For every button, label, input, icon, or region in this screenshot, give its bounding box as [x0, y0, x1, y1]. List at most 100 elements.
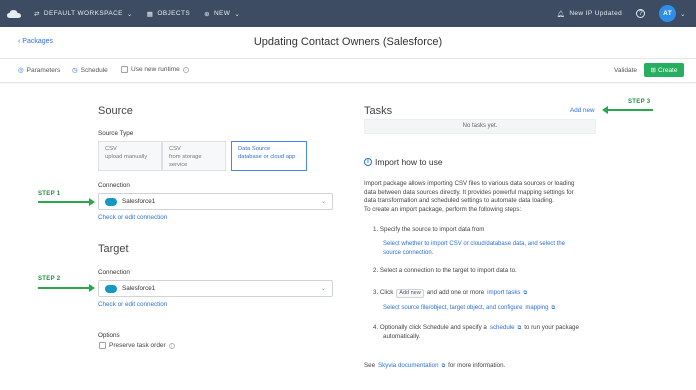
tasks-heading: Tasks [364, 105, 393, 117]
help-icon[interactable]: ? [636, 9, 646, 18]
target-check-connection-link[interactable]: Check or edit connection [98, 301, 167, 308]
see-pre: See [364, 362, 376, 369]
chevron-down-icon: ⌄ [234, 10, 241, 18]
help-step-2: 2. Select a connection to the target to … [373, 267, 517, 274]
cloud-logo-icon[interactable] [0, 0, 28, 27]
salesforce-icon [105, 197, 117, 206]
validate-button[interactable]: Validate [614, 67, 637, 74]
help-see-docs: See Skyvia documentation ⧉ for more info… [364, 362, 505, 371]
help-step-4-line2: automatically. [383, 333, 421, 340]
help-step-4-pre: 4. Optionally click Schedule and specify… [373, 324, 487, 331]
help-step-4: 4. Optionally click Schedule and specify… [373, 324, 579, 333]
new-label: NEW [213, 10, 231, 17]
info-icon: i [364, 158, 372, 166]
parameters-icon: ◎ [18, 67, 24, 74]
source-connection-value: Salesforce1 [122, 198, 156, 205]
user-menu[interactable]: AT ⌄ [659, 5, 686, 22]
source-type-subtitle: database or cloud app [238, 154, 296, 160]
parameters-button[interactable]: ◎ Parameters [18, 66, 61, 75]
see-post: for more information. [448, 362, 506, 369]
chevron-down-icon: ⌄ [320, 286, 326, 292]
new-runtime-label: Use new runtime [131, 66, 180, 73]
help-step-3-pre: 3. Click [373, 289, 394, 297]
step-2-label: STEP 2 [38, 276, 61, 282]
tasks-empty-state: No tasks yet. [364, 119, 596, 134]
workspace-label: DEFAULT WORKSPACE [43, 10, 123, 17]
source-type-csv-storage[interactable]: CSV from storage service [162, 141, 226, 171]
preserve-task-order-toggle[interactable]: Preserve task order i [99, 342, 175, 349]
target-connection-value: Salesforce1 [122, 285, 156, 292]
help-step-1-sub: Select whether to import CSV or cloud/da… [383, 240, 565, 257]
objects-menu[interactable]: ▦ OBJECTS [147, 10, 190, 18]
import-help-heading: i Import how to use [364, 157, 443, 167]
workspace-icon: ⇄ [34, 10, 40, 18]
source-check-connection-link[interactable]: Check or edit connection [98, 214, 167, 221]
intro-line: data between data sources directly. It p… [364, 188, 574, 196]
help-step-1-sub-line: source connection. [383, 249, 434, 256]
source-heading: Source [98, 105, 133, 117]
create-button[interactable]: ⊞ Create [644, 63, 684, 77]
parameters-label: Parameters [26, 66, 61, 74]
schedule-button[interactable]: ◷ Schedule [72, 66, 108, 75]
clock-icon: ◷ [72, 67, 78, 74]
notification-item[interactable]: 🔔︎ New IP Updated [557, 10, 622, 18]
objects-label: OBJECTS [157, 10, 191, 17]
schedule-link[interactable]: schedule [490, 324, 515, 333]
options-label: Options [98, 332, 120, 339]
bell-icon: 🔔︎ [556, 10, 566, 18]
step-2-arrow [38, 284, 95, 292]
top-navigation-bar: ⇄ DEFAULT WORKSPACE ⌄ ▦ OBJECTS ⊕ NEW ⌄ … [0, 0, 696, 27]
help-step-3-sub-pre: Select source file/object, target object… [383, 305, 523, 311]
external-link-icon: ⧉ [551, 305, 556, 311]
source-type-data-source[interactable]: Data Source database or cloud app [231, 141, 307, 171]
workspace-selector[interactable]: ⇄ DEFAULT WORKSPACE ⌄ [34, 10, 133, 18]
schedule-label: Schedule [80, 66, 108, 74]
page-title: Updating Contact Owners (Salesforce) [253, 36, 443, 48]
source-type-csv-manual[interactable]: CSV upload manually [98, 141, 162, 171]
preserve-task-order-checkbox[interactable] [99, 342, 106, 349]
external-link-icon: ⧉ [523, 290, 528, 297]
source-type-label: Source Type [98, 130, 134, 137]
avatar: AT [659, 5, 677, 22]
source-type-title: Data Source [238, 146, 271, 152]
new-menu[interactable]: ⊕ NEW ⌄ [204, 10, 240, 18]
import-help-intro: Import package allows importing CSV file… [364, 180, 604, 214]
new-runtime-checkbox[interactable] [121, 66, 128, 73]
page-header: ‹ Packages Updating Contact Owners (Sale… [0, 27, 696, 59]
step-1-label: STEP 1 [38, 191, 61, 197]
info-icon: i [168, 342, 175, 349]
notification-label: New IP Updated [569, 10, 623, 17]
intro-line: Import package allows importing CSV file… [364, 180, 575, 187]
mapping-link[interactable]: mapping [525, 304, 548, 313]
chevron-down-icon: ⌄ [320, 199, 326, 205]
help-step-3-sub: Select source file/object, target object… [383, 304, 555, 313]
info-icon: i [182, 66, 189, 73]
package-toolbar: ◎ Parameters ◷ Schedule Use new runtime … [0, 59, 696, 83]
step-3-label: STEP 3 [628, 99, 651, 105]
skyvia-documentation-link[interactable]: Skyvia documentation [378, 362, 439, 371]
help-step-1: 1. Specify the source to import data fro… [373, 226, 485, 233]
new-runtime-toggle[interactable]: Use new runtime i [121, 66, 189, 73]
add-new-pill: Add new [396, 289, 424, 298]
external-link-icon: ⧉ [517, 325, 522, 331]
target-heading: Target [98, 243, 129, 255]
step-1-arrow [38, 198, 95, 206]
preserve-task-order-label: Preserve task order [109, 342, 166, 349]
source-type-subtitle: from storage service [169, 154, 202, 168]
import-tasks-link[interactable]: import tasks [487, 289, 520, 298]
intro-line: To create an import package, perform the… [364, 205, 522, 213]
chevron-down-icon: ⌄ [680, 10, 686, 18]
external-link-icon: ⧉ [441, 363, 446, 369]
step-3-arrow [602, 106, 653, 114]
intro-line: data transformation and scheduled settin… [364, 197, 554, 204]
add-new-task-link[interactable]: Add new [570, 107, 595, 114]
main-content: Source Source Type CSV upload manually C… [0, 84, 696, 390]
source-connection-select[interactable]: Salesforce1 ⌄ [98, 193, 333, 210]
target-connection-select[interactable]: Salesforce1 ⌄ [98, 280, 333, 297]
import-help-title: Import how to use [375, 157, 443, 167]
chevron-down-icon: ⌄ [126, 10, 133, 18]
help-step-3-mid: and add one or more [426, 289, 485, 297]
help-step-3: 3. Click Add new and add one or more imp… [373, 289, 527, 298]
source-type-title: CSV [105, 146, 117, 152]
target-connection-label: Connection [98, 269, 130, 276]
